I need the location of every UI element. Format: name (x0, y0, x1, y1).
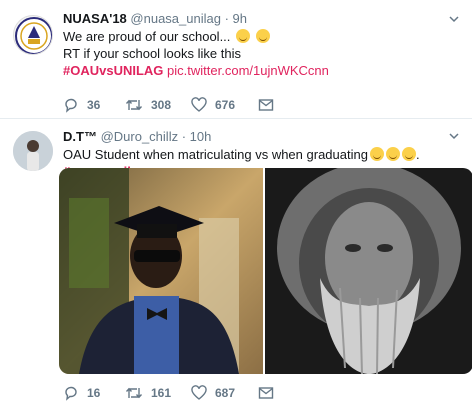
user-handle[interactable]: @Duro_chillz (101, 129, 179, 144)
media-link[interactable]: pic.twitter.com/1ujnWKCcnn (167, 63, 329, 78)
tweet-line: OAU Student when matriculating vs when g… (63, 147, 368, 162)
reply-count: 36 (87, 98, 101, 112)
retweet-icon (125, 387, 143, 399)
retweet-icon (125, 99, 143, 111)
tweet-line-1: We are proud of our school... (63, 29, 231, 44)
graduate-photo[interactable] (59, 168, 263, 374)
like-button[interactable]: 676 (191, 97, 235, 113)
like-button[interactable]: 687 (191, 385, 235, 401)
tweet-header: NUASA'18 @nuasa_unilag · 9h (63, 11, 247, 27)
emoji-icon (385, 147, 400, 161)
separator-dot: · (224, 11, 229, 26)
caret-down-icon[interactable] (448, 130, 460, 142)
reply-button[interactable]: 16 (63, 385, 100, 401)
reply-icon (65, 386, 77, 401)
timestamp[interactable]: 10h (190, 129, 212, 144)
like-icon (191, 385, 207, 400)
emoji-icon (236, 29, 251, 43)
direct-message-icon (258, 387, 274, 399)
direct-message-button[interactable] (258, 97, 274, 113)
display-name[interactable]: D.T™ (63, 129, 97, 144)
direct-message-button[interactable] (258, 385, 274, 401)
emoji-icon (369, 147, 384, 161)
tweet-duro[interactable]: D.T™ @Duro_chillz · 10h OAU Student when… (0, 119, 472, 410)
retweet-button[interactable]: 308 (125, 97, 171, 113)
timestamp[interactable]: 9h (233, 11, 247, 26)
separator-dot: · (181, 129, 187, 144)
tweet-text: We are proud of our school... RT if your… (63, 28, 453, 79)
retweet-count: 308 (151, 98, 172, 112)
tweet-header: D.T™ @Duro_chillz · 10h (63, 129, 211, 145)
reply-count: 16 (87, 386, 101, 400)
emoji-icon (255, 29, 270, 43)
direct-message-icon (258, 99, 274, 111)
old-man-photo[interactable] (265, 168, 472, 374)
display-name[interactable]: NUASA'18 (63, 11, 127, 26)
retweet-button[interactable]: 161 (125, 385, 171, 401)
like-icon (191, 97, 207, 112)
tweet-nuasa[interactable]: NUASA'18 @nuasa_unilag · 9h We are proud… (0, 0, 472, 118)
like-count: 676 (215, 98, 236, 112)
user-handle[interactable]: @nuasa_unilag (130, 11, 221, 26)
hashtag-link[interactable]: #OAUvsUNILAG (63, 63, 163, 78)
emoji-icon (401, 147, 416, 161)
avatar-image (13, 131, 53, 171)
tweet-line-2: RT if your school looks like this (63, 46, 241, 61)
like-count: 687 (215, 386, 236, 400)
reply-icon (65, 98, 77, 113)
reply-button[interactable]: 36 (63, 97, 100, 113)
caret-down-icon[interactable] (448, 13, 460, 25)
tweet-media[interactable] (59, 168, 472, 374)
avatar[interactable] (13, 131, 53, 171)
avatar[interactable] (13, 15, 53, 55)
nuasa-logo (15, 17, 52, 54)
retweet-count: 161 (151, 386, 172, 400)
